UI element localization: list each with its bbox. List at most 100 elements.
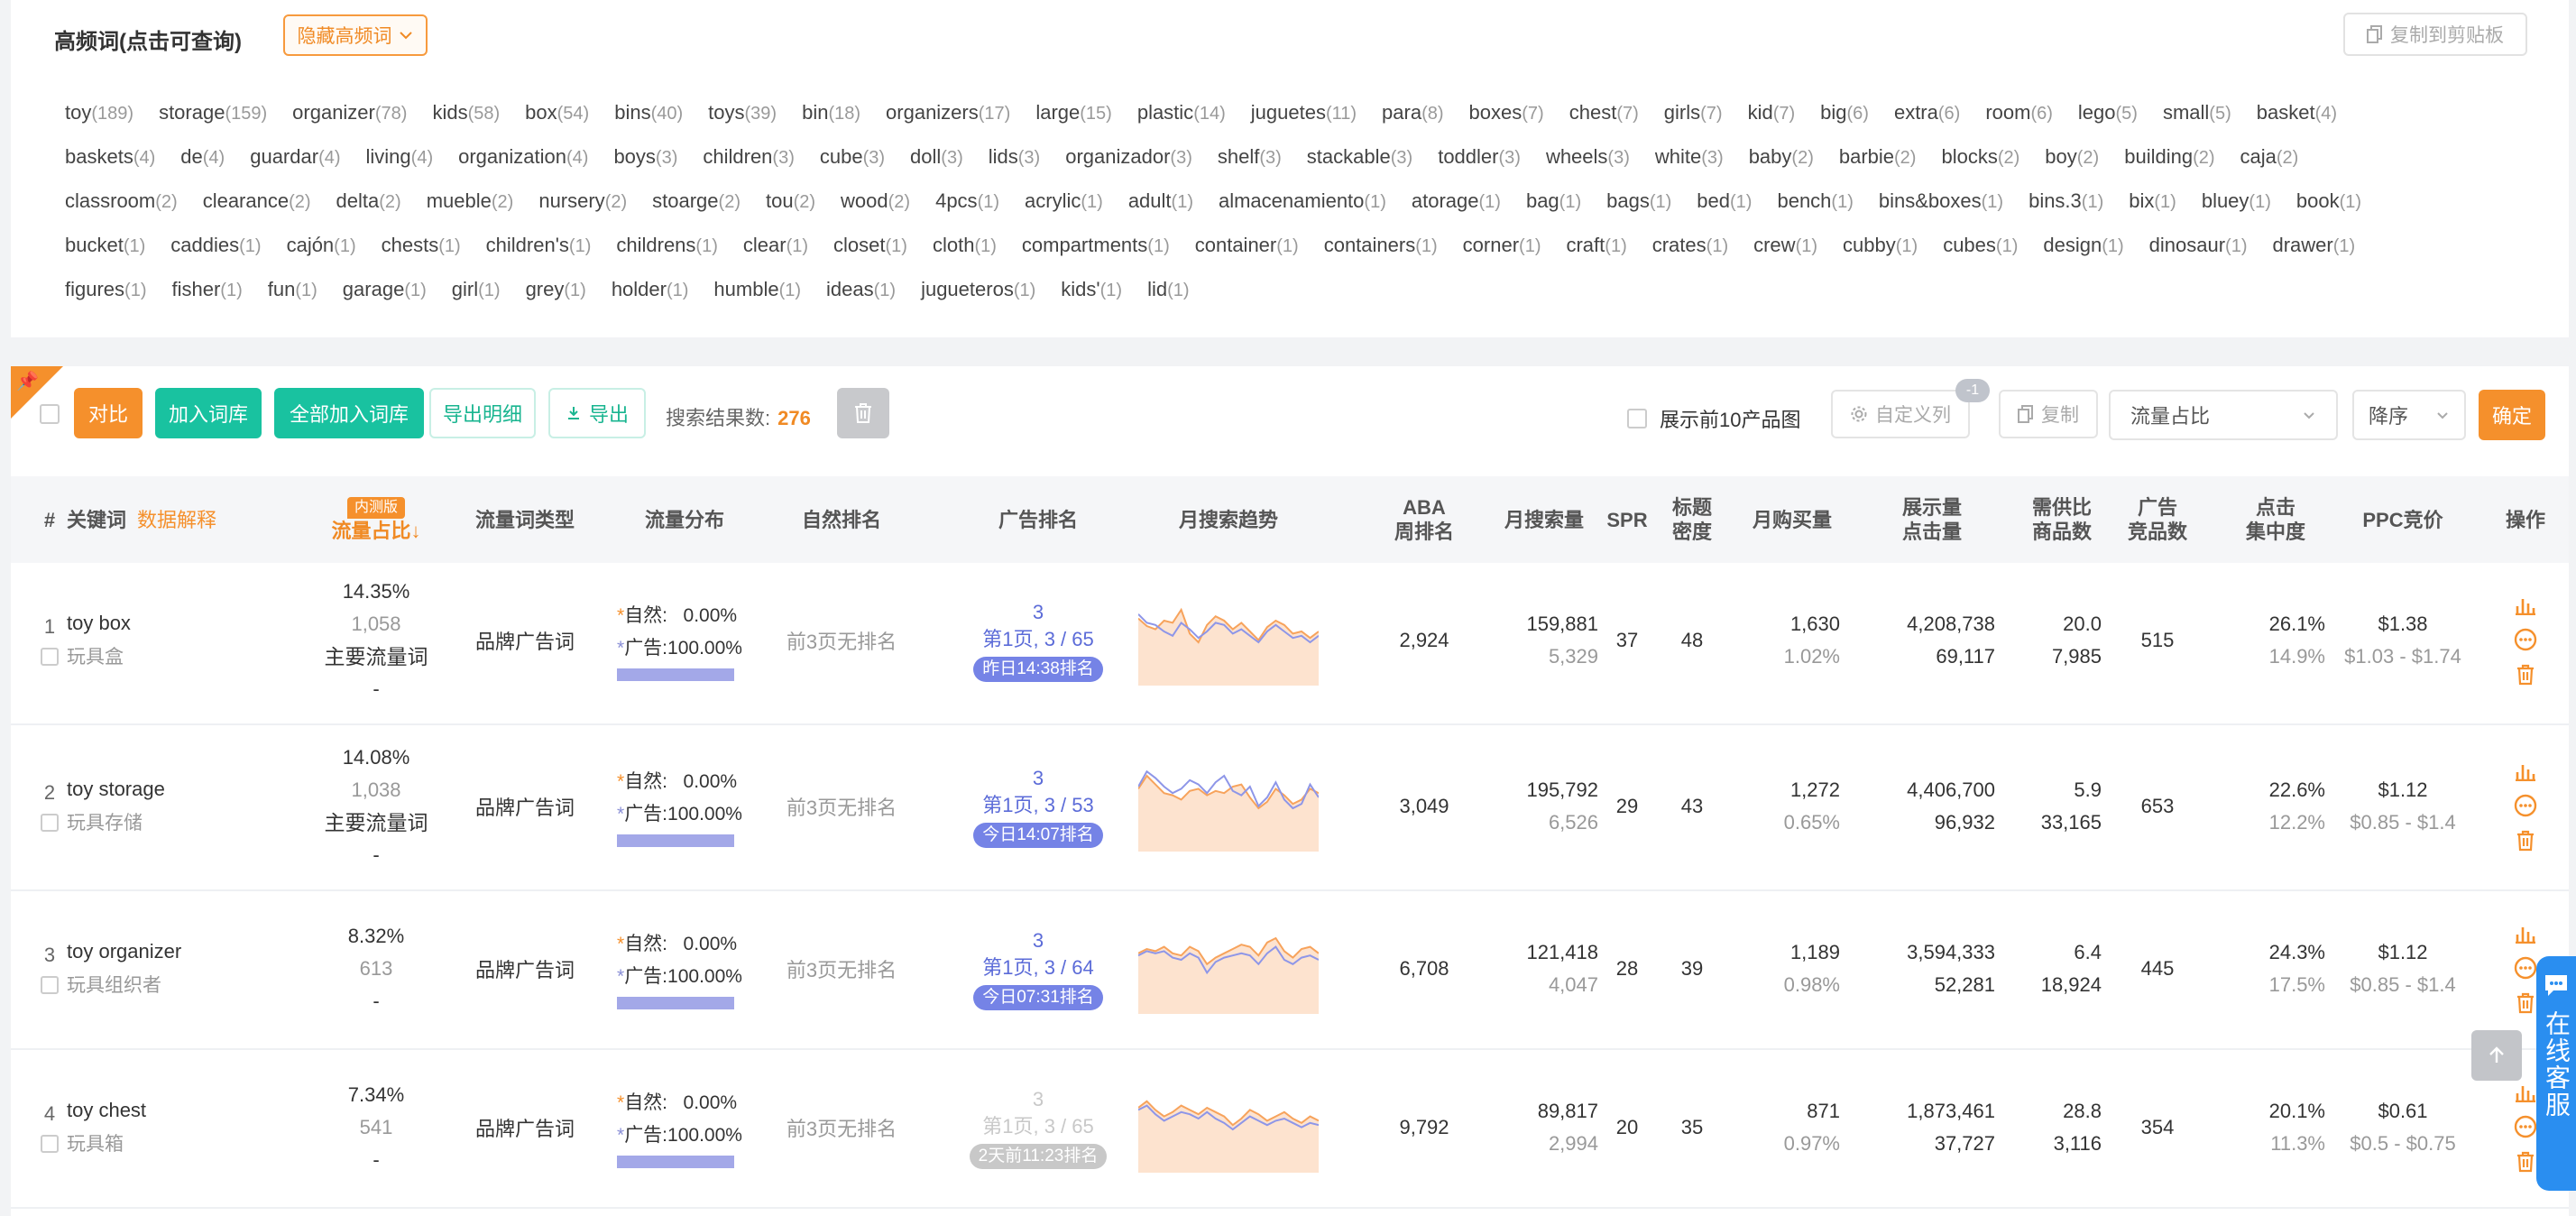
copy-button[interactable]: 复制 (1999, 390, 2098, 438)
high-frequency-word[interactable]: craft(1) (1566, 234, 1626, 257)
high-frequency-word[interactable]: book(1) (2296, 189, 2361, 213)
high-frequency-word[interactable]: figures(1) (65, 278, 147, 301)
high-frequency-word[interactable]: drawer(1) (2273, 234, 2356, 257)
online-service-button[interactable]: 在线客服 (2536, 956, 2576, 1191)
high-frequency-word[interactable]: girls(7) (1664, 101, 1723, 124)
high-frequency-word[interactable]: closet(1) (833, 234, 907, 257)
high-frequency-word[interactable]: stoarge(2) (652, 189, 741, 213)
high-frequency-word[interactable]: humble(1) (713, 278, 801, 301)
monthly-trend-cell[interactable] (1138, 595, 1319, 686)
high-frequency-word[interactable]: caddies(1) (170, 234, 261, 257)
high-frequency-word[interactable]: kids'(1) (1061, 278, 1122, 301)
high-frequency-word[interactable]: wood(2) (841, 189, 910, 213)
high-frequency-word[interactable]: bins(40) (614, 101, 683, 124)
show-top10-toggle[interactable]: 展示前10产品图 (1627, 404, 1800, 433)
high-frequency-word[interactable]: chests(1) (382, 234, 461, 257)
high-frequency-word[interactable]: boxes(7) (1469, 101, 1544, 124)
keyword-cell[interactable]: toy box 玩具盒 (67, 557, 292, 723)
back-to-top-button[interactable] (2471, 1030, 2522, 1081)
ad-rank-cell[interactable]: 3 第1页, 3 / 65 昨日14:38排名 (960, 557, 1117, 723)
confirm-button[interactable]: 确定 (2479, 390, 2545, 440)
col-aba-rank[interactable]: ABA 周排名 (1366, 476, 1483, 563)
row-checkbox[interactable] (41, 814, 59, 832)
high-frequency-word[interactable]: baby(2) (1749, 145, 1814, 169)
high-frequency-word[interactable]: classroom(2) (65, 189, 178, 213)
high-frequency-word[interactable]: clear(1) (743, 234, 808, 257)
keyword-text[interactable]: toy chest (67, 1099, 146, 1122)
high-frequency-word[interactable]: caja(2) (2240, 145, 2299, 169)
high-frequency-word[interactable]: containers(1) (1324, 234, 1438, 257)
compare-button[interactable]: 对比 (74, 388, 143, 438)
high-frequency-word[interactable]: guardar(4) (250, 145, 340, 169)
high-frequency-word[interactable]: design(1) (2043, 234, 2123, 257)
export-button[interactable]: 导出 (548, 388, 646, 438)
high-frequency-word[interactable]: bin(18) (802, 101, 860, 124)
monthly-trend-cell[interactable] (1138, 924, 1319, 1014)
high-frequency-word[interactable]: holder(1) (612, 278, 689, 301)
high-frequency-word[interactable]: room(6) (1985, 101, 2053, 124)
col-demand-supply[interactable]: 需供比 商品数 (2017, 476, 2107, 563)
more-icon[interactable] (2514, 628, 2537, 651)
high-frequency-word[interactable]: building(2) (2124, 145, 2214, 169)
high-frequency-word[interactable]: crew(1) (1753, 234, 1817, 257)
high-frequency-word[interactable]: kids(58) (432, 101, 500, 124)
bar-chart-icon[interactable] (2514, 595, 2537, 615)
high-frequency-word[interactable]: bix(1) (2129, 189, 2176, 213)
high-frequency-word[interactable]: cajón(1) (287, 234, 356, 257)
col-monthly-search[interactable]: 月搜索量 (1490, 476, 1598, 563)
top10-checkbox[interactable] (1627, 409, 1647, 428)
high-frequency-word[interactable]: boys(3) (613, 145, 677, 169)
high-frequency-word[interactable]: almacenamiento(1) (1219, 189, 1386, 213)
high-frequency-word[interactable]: compartments(1) (1022, 234, 1170, 257)
high-frequency-word[interactable]: corner(1) (1463, 234, 1541, 257)
bar-chart-icon[interactable] (2514, 761, 2537, 781)
high-frequency-word[interactable]: plastic(14) (1137, 101, 1226, 124)
row-checkbox[interactable] (41, 976, 59, 994)
high-frequency-word[interactable]: bags(1) (1606, 189, 1671, 213)
high-frequency-word[interactable]: nursery(2) (538, 189, 627, 213)
high-frequency-word[interactable]: clearance(2) (203, 189, 311, 213)
more-icon[interactable] (2514, 794, 2537, 817)
high-frequency-word[interactable]: baskets(4) (65, 145, 155, 169)
ad-rank-cell[interactable]: 3 第1页, 3 / 53 今日14:07排名 (960, 723, 1117, 889)
high-frequency-word[interactable]: shelf(3) (1218, 145, 1282, 169)
high-frequency-word[interactable]: cubby(1) (1843, 234, 1918, 257)
high-frequency-word[interactable]: girl(1) (452, 278, 501, 301)
bar-chart-icon[interactable] (2514, 924, 2537, 944)
high-frequency-word[interactable]: kid(7) (1748, 101, 1796, 124)
high-frequency-word[interactable]: childrens(1) (616, 234, 718, 257)
high-frequency-word[interactable]: white(3) (1655, 145, 1724, 169)
high-frequency-word[interactable]: container(1) (1195, 234, 1299, 257)
delete-button[interactable] (837, 388, 889, 438)
high-frequency-word[interactable]: blocks(2) (1941, 145, 2019, 169)
add-to-library-button[interactable]: 加入词库 (155, 388, 262, 438)
high-frequency-word[interactable]: fun(1) (268, 278, 317, 301)
high-frequency-word[interactable]: bucket(1) (65, 234, 145, 257)
high-frequency-word[interactable]: para(8) (1382, 101, 1444, 124)
high-frequency-word[interactable]: stackable(3) (1307, 145, 1412, 169)
high-frequency-word[interactable]: de(4) (180, 145, 225, 169)
sort-order-select[interactable]: 降序 (2352, 390, 2466, 440)
select-all-checkbox[interactable] (40, 404, 60, 424)
more-icon[interactable] (2514, 1115, 2537, 1138)
keyword-text[interactable]: toy organizer (67, 940, 181, 963)
high-frequency-word[interactable]: cubes(1) (1943, 234, 2018, 257)
keyword-text[interactable]: toy box (67, 612, 131, 635)
col-flow-ratio[interactable]: 内测版 流量占比↓ (308, 476, 444, 563)
hide-high-frequency-button[interactable]: 隐藏高频词 (283, 14, 428, 56)
col-ppc-bid[interactable]: PPC竞价 (2331, 476, 2475, 563)
high-frequency-word[interactable]: bluey(1) (2202, 189, 2271, 213)
high-frequency-word[interactable]: living(4) (366, 145, 434, 169)
data-explain-link[interactable]: 数据解释 (137, 508, 216, 532)
bar-chart-icon[interactable] (2514, 1082, 2537, 1102)
high-frequency-word[interactable]: cube(3) (820, 145, 885, 169)
add-all-to-library-button[interactable]: 全部加入词库 (274, 388, 424, 438)
high-frequency-word[interactable]: bench(1) (1777, 189, 1853, 213)
col-ad-competitors[interactable]: 广告 竞品数 (2112, 476, 2203, 563)
high-frequency-word[interactable]: cloth(1) (933, 234, 997, 257)
high-frequency-word[interactable]: acrylic(1) (1025, 189, 1103, 213)
high-frequency-word[interactable]: children(3) (703, 145, 795, 169)
high-frequency-word[interactable]: 4pcs(1) (935, 189, 999, 213)
col-click-concentration[interactable]: 点击 集中度 (2226, 476, 2325, 563)
high-frequency-word[interactable]: organization(4) (458, 145, 588, 169)
